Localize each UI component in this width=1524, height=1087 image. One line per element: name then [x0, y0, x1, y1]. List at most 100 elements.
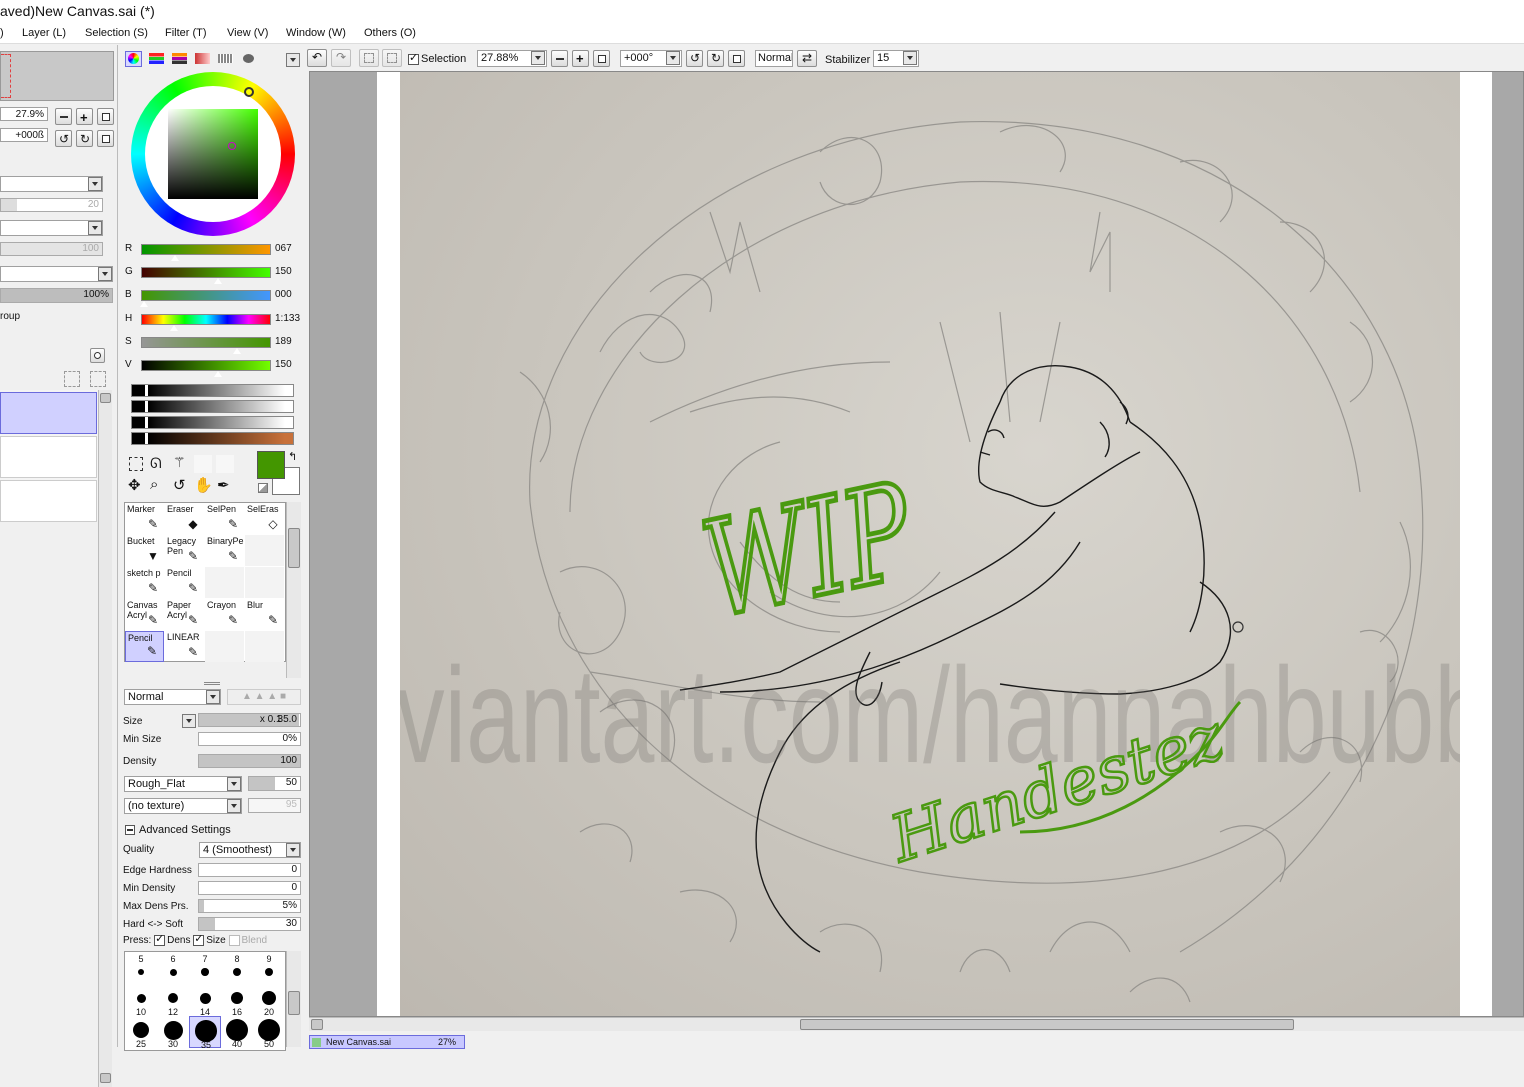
- brush-texture-select[interactable]: (no texture): [124, 798, 242, 814]
- panel-splitter[interactable]: [204, 682, 220, 685]
- swap-colors-icon[interactable]: ↰: [288, 450, 297, 463]
- density-slider[interactable]: 100: [198, 754, 301, 768]
- rgb-slider-tab[interactable]: [148, 51, 165, 67]
- toolbar-zoom-reset-button[interactable]: [593, 50, 610, 67]
- hard-soft-slider[interactable]: 30: [198, 917, 301, 931]
- tool-linear[interactable]: LINEAR ✎: [165, 631, 204, 662]
- undo-button[interactable]: ↶: [307, 49, 327, 67]
- color-wheel-tab[interactable]: [125, 51, 142, 67]
- tool-selpen[interactable]: SelPen ✎: [205, 503, 244, 534]
- tool-canvas[interactable]: Canvas Acryl ✎: [125, 599, 164, 630]
- brush-size-preset-20[interactable]: 20: [253, 984, 285, 1017]
- edge-hardness-slider[interactable]: 0: [198, 863, 301, 877]
- chevron-down-icon[interactable]: [286, 53, 300, 67]
- rotate-left-button[interactable]: ↺: [55, 130, 72, 147]
- layer-opacity[interactable]: 100%: [0, 288, 113, 303]
- rotate-reset-button[interactable]: [97, 130, 114, 147]
- brush-size-preset-10[interactable]: 10: [125, 984, 157, 1017]
- hsv-slider-tab[interactable]: [171, 51, 188, 67]
- chevron-down-icon[interactable]: [88, 177, 102, 191]
- brush-size-preset-30[interactable]: 30: [157, 1016, 189, 1049]
- brush-size-preset-8[interactable]: 8: [221, 952, 253, 984]
- selection-checkbox[interactable]: [408, 52, 419, 65]
- hand-icon[interactable]: ✋: [194, 476, 213, 494]
- tool-bucket[interactable]: Bucket ▼: [125, 535, 164, 566]
- swatch-strip[interactable]: [131, 432, 294, 445]
- brush-size-preset-16[interactable]: 16: [221, 984, 253, 1017]
- tool-crayon[interactable]: Crayon ✎: [205, 599, 244, 630]
- layer-row[interactable]: [0, 480, 97, 522]
- move-icon[interactable]: ✥: [128, 476, 141, 494]
- menu-item-view[interactable]: View (V): [227, 22, 268, 44]
- hscroll-thumb[interactable]: [800, 1019, 1294, 1030]
- zoom-icon[interactable]: ⌕: [150, 476, 158, 493]
- artwork[interactable]: www.deviantart.com/hannahbubbles WIP Han…: [400, 72, 1460, 1016]
- menu-item-window[interactable]: Window (W): [286, 22, 346, 44]
- toolbar-zoom-out-button[interactable]: [551, 50, 568, 67]
- rotate-right-button[interactable]: ↻: [76, 130, 93, 147]
- menu-item-layer[interactable]: Layer (L): [22, 22, 66, 44]
- rect-select-icon[interactable]: [129, 457, 143, 471]
- tool-binarype[interactable]: BinaryPe ✎: [205, 535, 244, 566]
- flip-horizontal-button[interactable]: ⇄: [797, 50, 817, 67]
- rotate-icon[interactable]: ↺: [173, 476, 186, 494]
- brush-size-preset-25[interactable]: 25: [125, 1016, 157, 1049]
- brush-size-preset-50[interactable]: 50: [253, 1016, 285, 1049]
- brush-size-scrollbar[interactable]: [286, 951, 301, 1047]
- brush-size-preset-14[interactable]: 14: [189, 984, 221, 1017]
- scroll-left-button[interactable]: [311, 1019, 323, 1030]
- press-blend-checkbox[interactable]: [228, 935, 240, 946]
- layer-row-selected[interactable]: [0, 392, 97, 434]
- chevron-down-icon[interactable]: [98, 267, 112, 281]
- scratchpad-tab[interactable]: [240, 51, 257, 67]
- navigator-angle-field[interactable]: +000ß: [0, 128, 48, 142]
- menu-item-selection[interactable]: Selection (S): [85, 22, 148, 44]
- chevron-down-icon[interactable]: [531, 51, 545, 65]
- swatches-tab[interactable]: [217, 51, 234, 67]
- chevron-down-icon[interactable]: [227, 777, 241, 791]
- toolbar-rotate-left-button[interactable]: ↺: [686, 50, 703, 67]
- lasso-icon[interactable]: ᘏ: [150, 455, 162, 472]
- view-blend-field[interactable]: Normal: [755, 50, 793, 67]
- navigator-preview[interactable]: [0, 51, 114, 101]
- press-density-checkbox[interactable]: [154, 933, 166, 946]
- swatch-strip[interactable]: [131, 384, 294, 397]
- menu-item-file-fragment[interactable]: ): [0, 22, 4, 44]
- invert-selection-button[interactable]: [382, 49, 402, 67]
- tool-pencil[interactable]: Pencil ✎: [125, 631, 164, 662]
- canvas-hscrollbar[interactable]: [309, 1017, 1524, 1031]
- navigator-zoom-field[interactable]: 27.9%: [0, 107, 48, 121]
- primary-color-swatch[interactable]: [257, 451, 285, 479]
- sv-cursor[interactable]: [228, 142, 236, 150]
- brush-size-preset-9[interactable]: 9: [253, 952, 285, 984]
- toolbar-zoom-in-button[interactable]: +: [572, 50, 589, 67]
- new-layer-button[interactable]: [90, 348, 105, 363]
- brush-size-preset-35[interactable]: 35: [189, 1016, 221, 1050]
- tool-sketch-p[interactable]: sketch p ✎: [125, 567, 164, 598]
- layer-opacity-a[interactable]: 20: [0, 198, 103, 212]
- swatch-strip[interactable]: [131, 400, 294, 413]
- zoom-in-button[interactable]: +: [76, 108, 93, 125]
- layer-merge-icon[interactable]: [90, 371, 106, 387]
- redo-button[interactable]: ↷: [331, 49, 351, 67]
- size-slider[interactable]: x 0.135.0: [198, 713, 301, 727]
- advanced-collapse-icon[interactable]: [125, 825, 135, 835]
- toolbar-rotate-right-button[interactable]: ↻: [707, 50, 724, 67]
- tool-legacy[interactable]: Legacy Pen ✎: [165, 535, 204, 566]
- chevron-down-icon[interactable]: [286, 843, 300, 857]
- max-dens-prs-slider[interactable]: 5%: [198, 899, 301, 913]
- chevron-down-icon[interactable]: [88, 221, 102, 235]
- brush-shape-slider[interactable]: 50: [248, 776, 301, 791]
- min-density-slider[interactable]: 0: [198, 881, 301, 895]
- swatch-strip[interactable]: [131, 416, 294, 429]
- saturation-value-square[interactable]: [168, 109, 258, 199]
- brush-size-preset-5[interactable]: 5: [125, 952, 157, 984]
- selection-toggle[interactable]: Selection: [408, 52, 466, 65]
- chevron-down-icon[interactable]: [666, 51, 680, 65]
- zoom-out-button[interactable]: [55, 108, 72, 125]
- zoom-reset-button[interactable]: [97, 108, 114, 125]
- tool-grid-scrollbar[interactable]: [286, 502, 301, 678]
- brush-size-preset-40[interactable]: 40: [221, 1016, 253, 1049]
- layer-paper-select[interactable]: [0, 266, 113, 282]
- eyedropper-icon[interactable]: ✒: [217, 476, 230, 494]
